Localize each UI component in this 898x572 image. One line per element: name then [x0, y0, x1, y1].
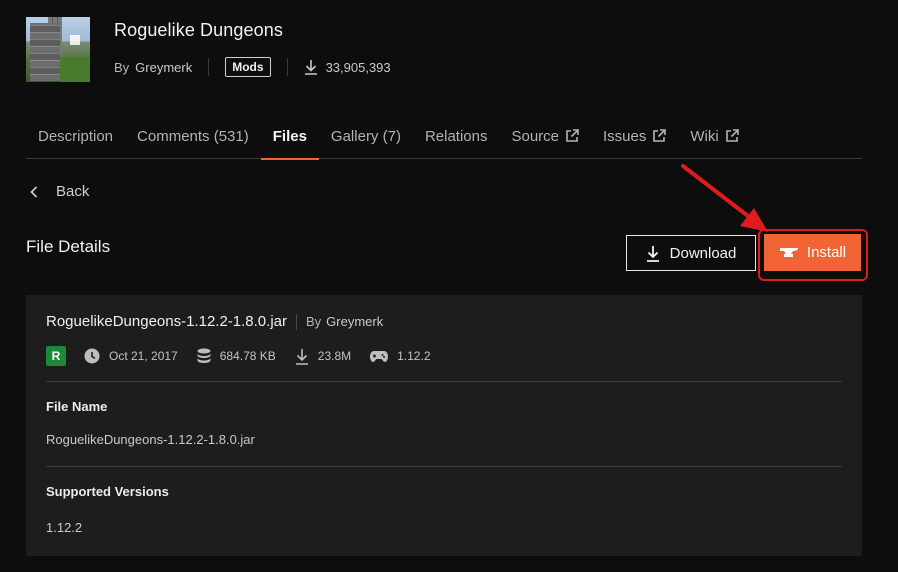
external-link-icon	[653, 129, 667, 142]
file-name-label: File Name	[46, 399, 108, 414]
file-stats: R Oct 21, 2017 684.78 KB 23.8M 1.12.2	[46, 346, 450, 366]
tab-label: Wiki	[690, 128, 719, 145]
file-title: RoguelikeDungeons-1.12.2-1.8.0.jar	[46, 313, 287, 330]
meta-divider	[208, 58, 210, 76]
project-title: Roguelike Dungeons	[114, 20, 283, 40]
by-label: By	[114, 59, 130, 75]
tab-label: Source	[511, 128, 560, 145]
file-title-row: RoguelikeDungeons-1.12.2-1.8.0.jar By Gr…	[46, 313, 383, 330]
tab-files[interactable]: Files	[260, 120, 320, 160]
supported-versions-label: Supported Versions	[46, 484, 169, 499]
install-button-label: Install	[806, 244, 847, 261]
file-details-card: RoguelikeDungeons-1.12.2-1.8.0.jar By Gr…	[26, 295, 862, 556]
upload-date-value: Oct 21, 2017	[109, 349, 178, 363]
back-label: Back	[56, 183, 90, 200]
gamepad-icon	[370, 351, 389, 362]
tab-label: Relations	[424, 128, 488, 145]
file-size: 684.78 KB	[197, 348, 276, 364]
file-author-link[interactable]: Greymerk	[326, 314, 383, 329]
by-label: By	[306, 314, 322, 329]
tab-gallery[interactable]: Gallery (7)	[319, 120, 413, 159]
category-badge[interactable]: Mods	[225, 57, 271, 77]
tab-issues[interactable]: Issues	[591, 120, 678, 159]
game-version-value: 1.12.2	[397, 349, 431, 363]
database-icon	[197, 348, 211, 363]
download-icon	[646, 245, 659, 262]
tab-label: Description	[38, 128, 114, 145]
title-divider	[296, 313, 297, 330]
chevron-left-icon	[30, 185, 38, 198]
page-title: File Details	[26, 237, 111, 256]
download-count: 33,905,393	[304, 59, 391, 75]
tab-label: Comments (531)	[137, 128, 249, 145]
tab-label: Files	[272, 128, 307, 145]
download-count-value: 33,905,393	[325, 59, 391, 75]
download-icon	[304, 60, 317, 75]
tab-label: Gallery (7)	[330, 128, 401, 145]
download-button[interactable]: Download	[626, 235, 756, 271]
project-author-link[interactable]: Greymerk	[135, 60, 192, 75]
tab-label: Issues	[603, 128, 647, 145]
file-downloads: 23.8M	[295, 348, 351, 365]
game-version: 1.12.2	[370, 349, 431, 363]
file-name-value: RoguelikeDungeons-1.12.2-1.8.0.jar	[46, 432, 255, 447]
tab-relations[interactable]: Relations	[413, 120, 500, 159]
upload-date: Oct 21, 2017	[84, 348, 178, 364]
annotation-arrow	[681, 164, 768, 232]
install-button[interactable]: Install	[764, 234, 861, 271]
tab-comments[interactable]: Comments (531)	[125, 120, 261, 159]
tab-description[interactable]: Description	[26, 120, 125, 159]
supported-versions-value: 1.12.2	[46, 520, 83, 535]
project-tabs: Description Comments (531) Files Gallery…	[26, 120, 862, 160]
tab-wiki[interactable]: Wiki	[678, 120, 750, 159]
tab-source[interactable]: Source	[499, 120, 591, 159]
back-link[interactable]: Back	[30, 183, 89, 200]
anvil-icon	[779, 247, 798, 257]
section-divider	[46, 381, 842, 382]
section-divider	[46, 466, 842, 467]
release-type-badge: R	[46, 346, 66, 366]
meta-divider	[286, 58, 288, 76]
file-downloads-value: 23.8M	[317, 349, 352, 363]
project-thumbnail	[26, 17, 90, 82]
external-link-icon	[725, 129, 739, 142]
project-meta: By Greymerk Mods 33,905,393	[114, 56, 391, 78]
external-link-icon	[566, 129, 579, 142]
download-icon	[295, 348, 308, 365]
clock-icon	[84, 348, 100, 364]
download-button-label: Download	[669, 244, 737, 262]
file-size-value: 684.78 KB	[219, 349, 276, 363]
